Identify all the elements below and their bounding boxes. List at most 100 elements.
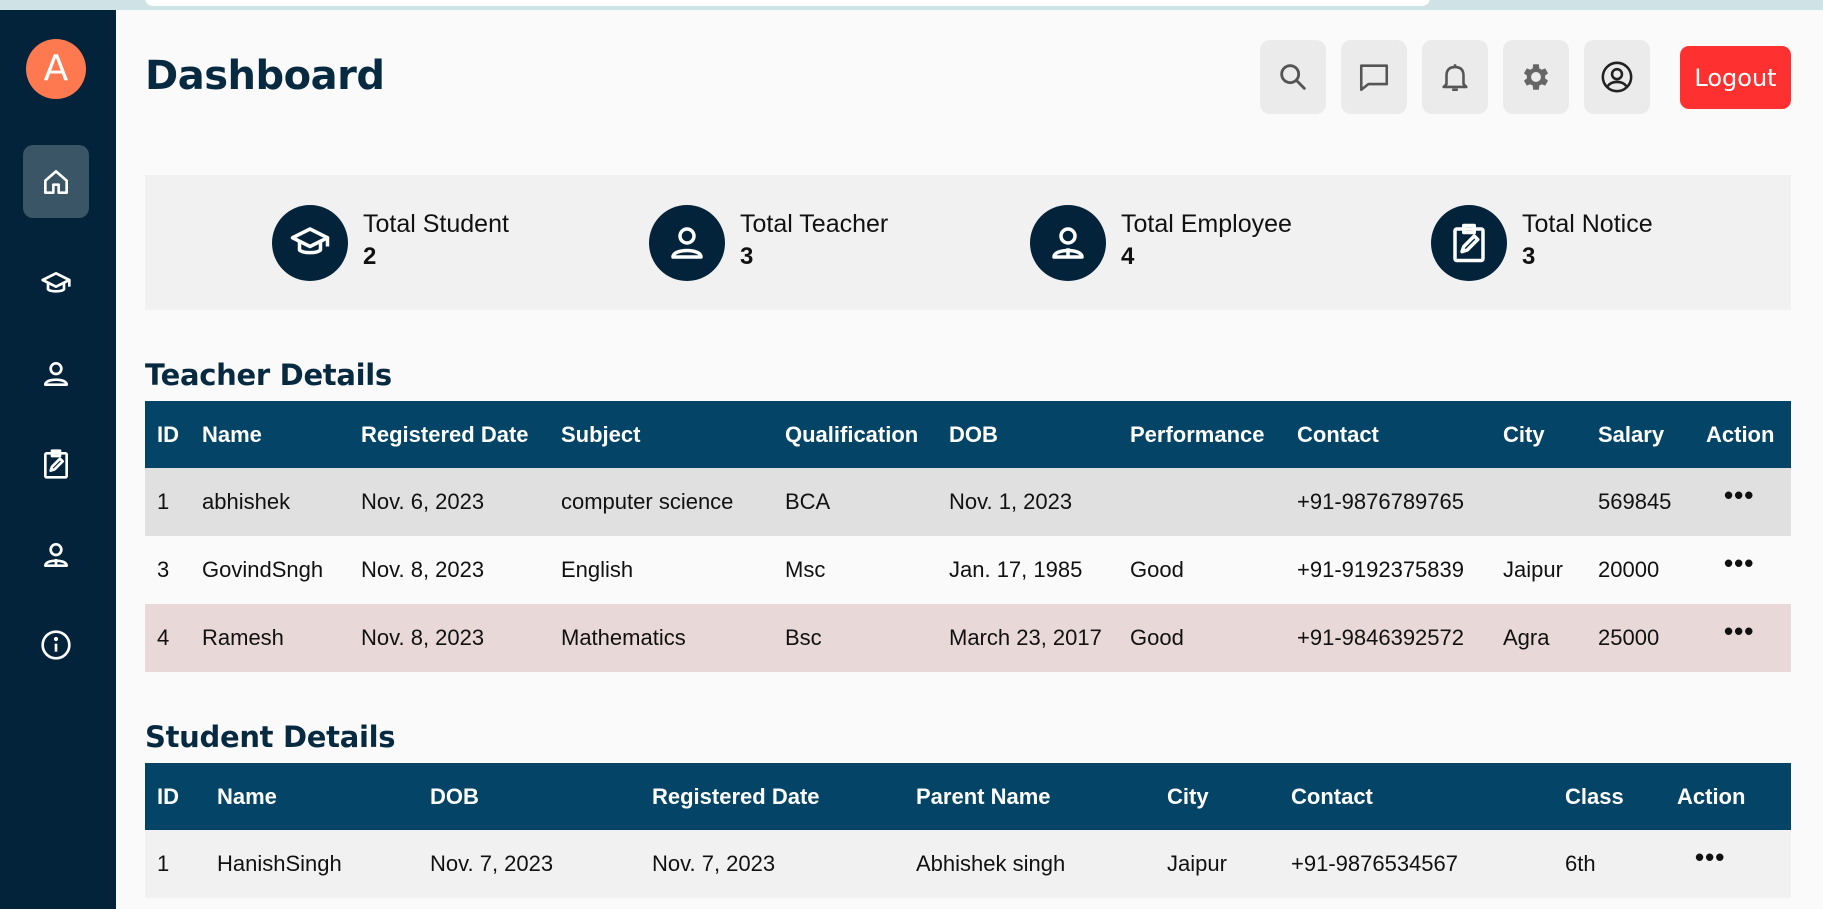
cell-city: Jaipur bbox=[1503, 557, 1563, 582]
stat-icon-circle bbox=[272, 205, 348, 281]
employee-icon bbox=[44, 542, 68, 567]
cell-dob: Jan. 17, 1985 bbox=[949, 557, 1083, 582]
column-header[interactable]: Performance bbox=[1118, 401, 1285, 468]
messages-button[interactable] bbox=[1341, 40, 1407, 114]
account-button[interactable] bbox=[1584, 40, 1650, 114]
teacher-table-header: ID Name Registered Date Subject Qualific… bbox=[145, 401, 1791, 468]
column-header[interactable]: Contact bbox=[1279, 763, 1553, 830]
column-header[interactable]: Registered Date bbox=[640, 763, 904, 830]
row-actions-menu[interactable]: ••• bbox=[1706, 616, 1754, 646]
page-title: Dashboard bbox=[145, 53, 385, 99]
stat-total-student: Total Student 2 bbox=[272, 205, 509, 281]
column-header[interactable]: City bbox=[1155, 763, 1279, 830]
sidebar-item-notices[interactable] bbox=[23, 427, 89, 500]
address-bar[interactable] bbox=[145, 0, 1430, 6]
stat-value: 3 bbox=[740, 242, 754, 270]
browser-top-strip bbox=[0, 0, 1823, 10]
cell-contact: +91-9876534567 bbox=[1291, 851, 1458, 876]
column-header[interactable]: Salary bbox=[1586, 401, 1694, 468]
graduation-cap-icon bbox=[41, 271, 71, 293]
stat-icon-circle bbox=[1030, 205, 1106, 281]
cell-dob: Nov. 7, 2023 bbox=[430, 851, 554, 876]
chat-icon bbox=[1359, 64, 1389, 92]
cell-performance: Good bbox=[1130, 557, 1184, 582]
cell-name: HanishSingh bbox=[217, 851, 342, 876]
student-details-title: Student Details bbox=[145, 720, 396, 754]
column-header[interactable]: Class bbox=[1553, 763, 1665, 830]
column-header[interactable]: Subject bbox=[549, 401, 773, 468]
column-header[interactable]: ID bbox=[145, 401, 190, 468]
column-header[interactable]: Contact bbox=[1285, 401, 1491, 468]
column-header[interactable]: Name bbox=[190, 401, 349, 468]
column-header[interactable]: City bbox=[1491, 401, 1586, 468]
logout-button[interactable]: Logout bbox=[1680, 46, 1791, 109]
sidebar-item-students[interactable] bbox=[23, 247, 89, 320]
column-header[interactable]: Registered Date bbox=[349, 401, 549, 468]
stat-label: Total Employee bbox=[1121, 209, 1292, 238]
cell-id: 1 bbox=[157, 851, 170, 876]
cell-city: Agra bbox=[1503, 625, 1550, 650]
column-header[interactable]: Parent Name bbox=[904, 763, 1155, 830]
sidebar-item-home[interactable] bbox=[23, 145, 89, 218]
teacher-table: ID Name Registered Date Subject Qualific… bbox=[145, 401, 1791, 672]
main-content: Dashboard Logout Total Student 2 Total T… bbox=[116, 10, 1823, 909]
cell-name: Ramesh bbox=[202, 625, 284, 650]
cell-class: 6th bbox=[1565, 851, 1596, 876]
home-icon bbox=[44, 169, 68, 194]
cell-contact: +91-9876789765 bbox=[1297, 489, 1464, 514]
stat-label: Total Notice bbox=[1522, 209, 1653, 238]
cell-performance: Good bbox=[1130, 625, 1184, 650]
student-table: ID Name DOB Registered Date Parent Name … bbox=[145, 763, 1791, 898]
table-row[interactable]: 3 GovindSngh Nov. 8, 2023 English Msc Ja… bbox=[145, 536, 1791, 604]
cell-subject: computer science bbox=[561, 489, 734, 514]
cell-city: Jaipur bbox=[1167, 851, 1227, 876]
cell-name: abhishek bbox=[202, 489, 291, 514]
stat-icon-circle bbox=[649, 205, 725, 281]
info-icon bbox=[41, 629, 71, 660]
cell-subject: Mathematics bbox=[561, 625, 686, 650]
cell-registered-date: Nov. 8, 2023 bbox=[361, 625, 485, 650]
cell-subject: English bbox=[561, 557, 634, 582]
column-header[interactable]: DOB bbox=[937, 401, 1118, 468]
person-icon bbox=[671, 227, 703, 259]
cell-contact: +91-9192375839 bbox=[1297, 557, 1464, 582]
settings-button[interactable] bbox=[1503, 40, 1569, 114]
column-header[interactable]: DOB bbox=[418, 763, 640, 830]
sidebar-item-info[interactable] bbox=[23, 608, 89, 681]
column-header[interactable]: Qualification bbox=[773, 401, 937, 468]
row-actions-menu[interactable]: ••• bbox=[1677, 842, 1725, 872]
search-icon bbox=[1280, 64, 1306, 90]
stat-label: Total Teacher bbox=[740, 209, 889, 238]
column-header[interactable]: Name bbox=[205, 763, 418, 830]
sidebar-item-employees[interactable] bbox=[23, 518, 89, 591]
account-icon bbox=[1601, 61, 1633, 93]
stat-icon-circle bbox=[1431, 205, 1507, 281]
cell-salary: 20000 bbox=[1598, 557, 1660, 582]
stat-total-employee: Total Employee 4 bbox=[1030, 205, 1292, 281]
row-actions-menu[interactable]: ••• bbox=[1706, 548, 1754, 578]
cell-parent-name: Abhishek singh bbox=[916, 851, 1066, 876]
avatar[interactable]: A bbox=[26, 39, 86, 99]
column-header[interactable]: Action bbox=[1694, 401, 1791, 468]
column-header[interactable]: Action bbox=[1665, 763, 1791, 830]
cell-name: GovindSngh bbox=[202, 557, 324, 582]
cell-contact: +91-9846392572 bbox=[1297, 625, 1464, 650]
graduation-cap-icon bbox=[290, 227, 330, 255]
table-row[interactable]: 4 Ramesh Nov. 8, 2023 Mathematics Bsc Ma… bbox=[145, 604, 1791, 672]
table-row[interactable]: 1 HanishSingh Nov. 7, 2023 Nov. 7, 2023 … bbox=[145, 830, 1791, 898]
table-row[interactable]: 1 abhishek Nov. 6, 2023 computer science… bbox=[145, 468, 1791, 536]
cell-id: 4 bbox=[157, 625, 170, 650]
sidebar-item-teachers[interactable] bbox=[23, 337, 89, 410]
stat-label: Total Student bbox=[363, 209, 509, 238]
notifications-button[interactable] bbox=[1422, 40, 1488, 114]
teacher-details-title: Teacher Details bbox=[145, 358, 392, 392]
cell-dob: Nov. 1, 2023 bbox=[949, 489, 1073, 514]
search-button[interactable] bbox=[1260, 40, 1326, 114]
column-header[interactable]: ID bbox=[145, 763, 205, 830]
cell-registered-date: Nov. 8, 2023 bbox=[361, 557, 485, 582]
row-actions-menu[interactable]: ••• bbox=[1706, 480, 1754, 510]
sidebar: A bbox=[0, 10, 116, 909]
cell-qualification: BCA bbox=[785, 489, 831, 514]
cell-registered-date: Nov. 6, 2023 bbox=[361, 489, 485, 514]
cell-performance bbox=[1118, 468, 1285, 536]
